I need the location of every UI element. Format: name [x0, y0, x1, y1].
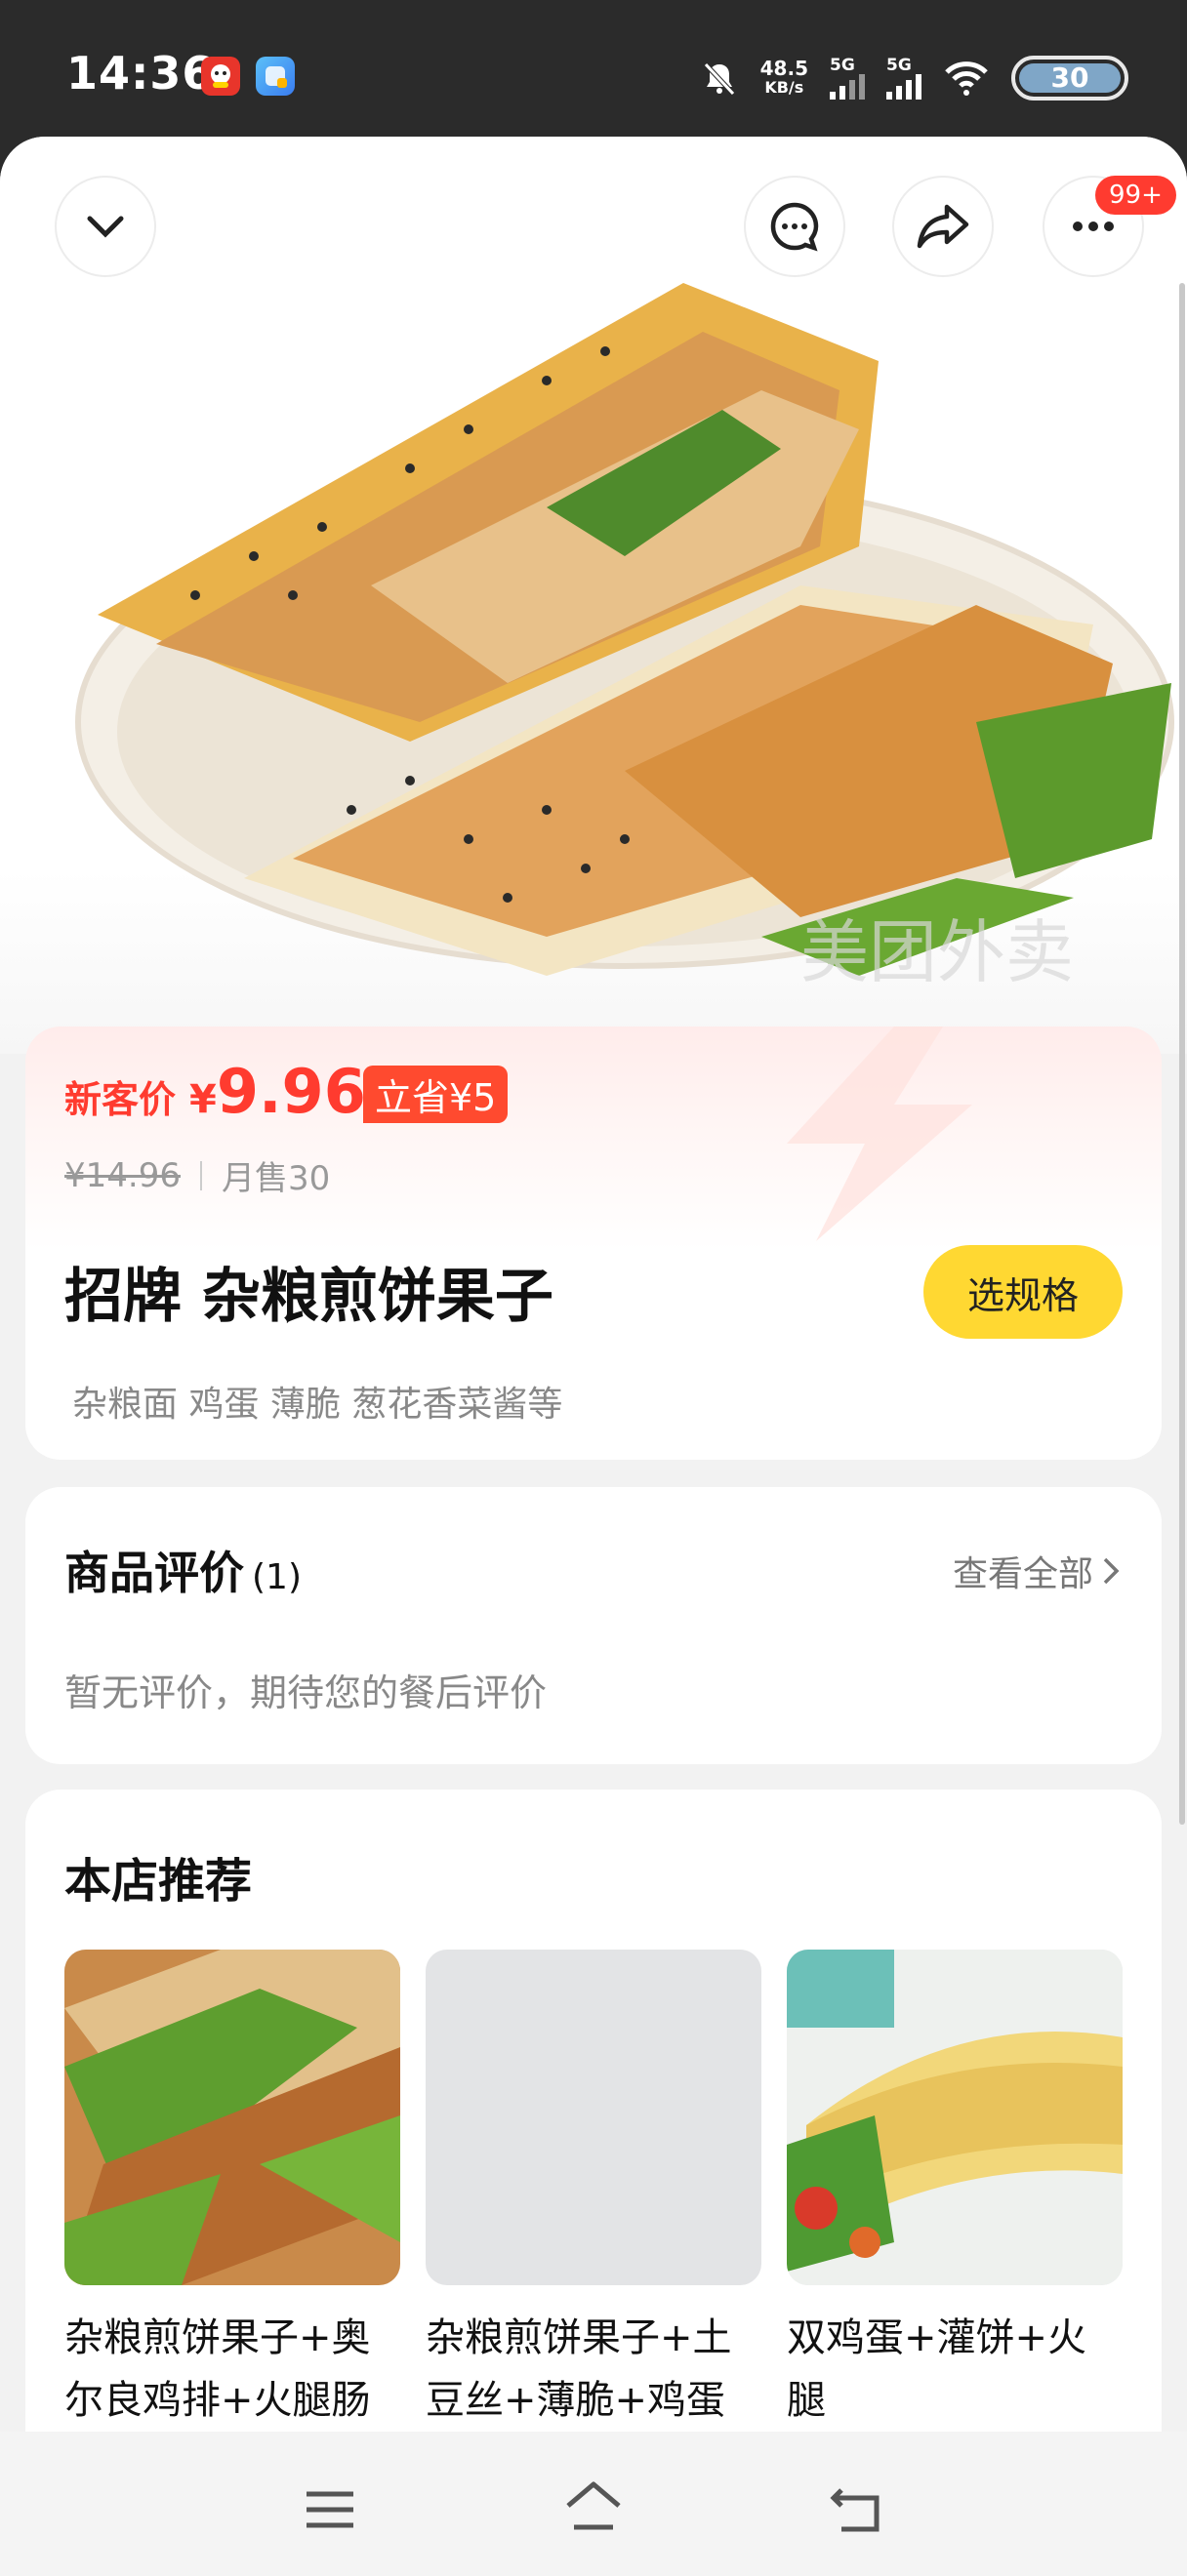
- price-currency: ¥: [189, 1077, 217, 1122]
- reviews-title: 商品评价 (1): [64, 1547, 302, 1599]
- watermark: 美团外卖: [800, 914, 1074, 990]
- home-icon: [566, 2481, 621, 2530]
- back-button[interactable]: [818, 2471, 896, 2549]
- recommend-item-image-placeholder: [426, 1950, 761, 2285]
- recommend-item-name: 杂粮煎饼果子+奥尔良鸡排+火腿肠: [64, 2315, 371, 2423]
- menu-button[interactable]: [291, 2471, 369, 2549]
- price-sales-row: ¥14.96 月售30: [64, 1151, 330, 1199]
- menu-lines-icon: [307, 2491, 353, 2528]
- new-price-label: 新客价: [64, 1078, 177, 1121]
- new-customer-price: 新客价 ¥ 9.96: [64, 1056, 366, 1127]
- product-hero-image: 美团外卖: [0, 137, 1187, 1054]
- share-arrow-icon: [917, 204, 969, 249]
- share-button[interactable]: [892, 176, 994, 277]
- collapse-button[interactable]: [55, 176, 156, 277]
- recommend-title: 本店推荐: [64, 1854, 253, 1909]
- signal-icon-2: 5G: [886, 57, 921, 100]
- divider: [199, 1160, 202, 1190]
- message-button[interactable]: [744, 176, 845, 277]
- recommend-item-name: 双鸡蛋+灌饼+火腿: [787, 2315, 1087, 2423]
- app-notification-icon-2: [256, 57, 295, 96]
- signal-icon: 5G: [830, 57, 865, 100]
- reviews-count: (1): [252, 1557, 302, 1597]
- reviews-card: 商品评价 (1) 查看全部 暂无评价，期待您的餐后评价: [25, 1487, 1162, 1764]
- reviews-empty-text: 暂无评价，期待您的餐后评价: [64, 1671, 548, 1714]
- mute-bell-icon: [703, 62, 735, 96]
- recommend-item[interactable]: 双鸡蛋+灌饼+火腿: [787, 1950, 1123, 2432]
- notification-badge: 99+: [1095, 176, 1176, 215]
- system-nav-bar: [0, 2432, 1187, 2576]
- save-tag: 立省¥5: [363, 1066, 509, 1123]
- recommend-item-image: [64, 1950, 400, 2285]
- network-speed: 48.5 KB/s: [759, 57, 808, 97]
- recommend-item[interactable]: 杂粮煎饼果子+土豆丝+薄脆+鸡蛋: [426, 1950, 761, 2432]
- chevron-right-icon: [1103, 1557, 1120, 1585]
- new-price-value: 9.96: [216, 1056, 366, 1127]
- chevron-down-icon: [87, 216, 124, 238]
- monthly-sales: 月售30: [221, 1159, 331, 1198]
- app-notification-icon: [201, 57, 240, 96]
- recommend-item-name: 杂粮煎饼果子+土豆丝+薄脆+鸡蛋: [426, 2315, 732, 2423]
- back-arrow-icon: [830, 2488, 880, 2532]
- choose-spec-button[interactable]: 选规格: [923, 1245, 1123, 1339]
- product-title: 招牌 杂粮煎饼果子: [64, 1263, 553, 1331]
- wifi-icon: [945, 61, 988, 96]
- recommend-item-image: [787, 1950, 1123, 2285]
- status-time: 14:36: [66, 47, 215, 100]
- original-price: ¥14.96: [64, 1155, 181, 1195]
- scrollbar[interactable]: [1179, 283, 1185, 1825]
- view-all-reviews-link[interactable]: 查看全部: [953, 1546, 1123, 1596]
- home-button[interactable]: [554, 2467, 633, 2545]
- lightning-decor-icon: [787, 1026, 972, 1241]
- status-icons: 48.5 KB/s 5G 5G 30: [700, 49, 1128, 107]
- chat-bubble-icon: [770, 202, 819, 252]
- product-detail-page: 美团外卖 99+ 新客价 ¥ 9.96 立省¥5 ¥14.96 月售30 招牌 …: [0, 137, 1187, 2576]
- product-info-card: 新客价 ¥ 9.96 立省¥5 ¥14.96 月售30 招牌 杂粮煎饼果子 选规…: [25, 1026, 1162, 1460]
- product-ingredients: 杂粮面 鸡蛋 薄脆 葱花香菜酱等: [72, 1385, 563, 1425]
- status-bar: 14:36 48.5 KB/s 5G 5G 30: [0, 0, 1187, 137]
- recommend-item[interactable]: 杂粮煎饼果子+奥尔良鸡排+火腿肠: [64, 1950, 400, 2432]
- battery-icon: 30: [1011, 56, 1128, 101]
